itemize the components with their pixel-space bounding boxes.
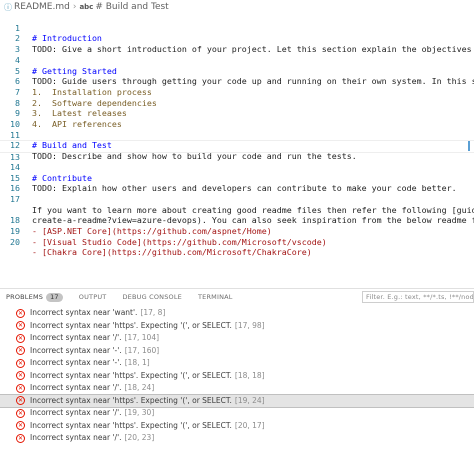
problem-message: Incorrect syntax near '-'. (30, 358, 122, 367)
problem-item[interactable]: ✕ Incorrect syntax near '-'. [17, 160] (0, 345, 474, 358)
tab-label: TERMINAL (197, 293, 233, 301)
editor-line: 1 # Introduction (0, 12, 474, 44)
problem-message: Incorrect syntax near '-'. (30, 345, 122, 355)
problem-item[interactable]: ✕ Incorrect syntax near '/'. [18, 24] (0, 382, 474, 395)
line-number: 20 (10, 236, 20, 247)
bottom-panel: PROBLEMS 17 OUTPUT DEBUG CONSOLE TERMINA… (0, 288, 474, 454)
problem-location: [17, 104] (124, 333, 160, 342)
error-icon: ✕ (16, 421, 25, 431)
editor-line: 5 TODO: Guide users through getting your… (0, 55, 474, 87)
problem-message: Incorrect syntax near 'https'. Expecting… (30, 320, 232, 330)
problem-item[interactable]: ✕ Incorrect syntax near 'https'. Expectin… (0, 320, 474, 333)
problem-message: Incorrect syntax near '/'. (30, 433, 122, 442)
problem-location: [18, 18] (234, 370, 265, 380)
line-text: - [Visual Studio Code](https://github.co… (32, 236, 327, 247)
editor-line: 10 (0, 108, 474, 129)
problem-message: Incorrect syntax near 'want'. (30, 308, 138, 317)
problem-location: [20, 17] (234, 420, 265, 430)
problem-message: Incorrect syntax near 'https'. Expecting… (30, 420, 232, 430)
editor-line: 14 # Contribute (0, 151, 474, 183)
problem-message: Incorrect syntax near '/'. (30, 383, 122, 392)
tab-output[interactable]: OUTPUT (79, 293, 107, 301)
problem-item[interactable]: ✕ Incorrect syntax near '/'. [17, 104] (0, 332, 474, 345)
editor-line: 4 # Getting Started (0, 44, 474, 76)
editor-line: 15 TODO: Explain how other users and dev… (0, 162, 474, 194)
problem-location: [19, 24] (234, 395, 265, 405)
problem-item[interactable]: ✕ Incorrect syntax near 'https'. Expectin… (0, 393, 474, 408)
line-text: - [Chakra Core](https://github.com/Micro… (32, 247, 312, 258)
error-icon: ✕ (16, 383, 25, 393)
tab-label: PROBLEMS (6, 293, 44, 301)
code-editor[interactable]: 1 # Introduction 2 TODO: Give a short in… (0, 10, 474, 288)
problem-item[interactable]: ✕ Incorrect syntax near '-'. [18, 1] (0, 357, 474, 370)
panel-tabs: PROBLEMS 17 OUTPUT DEBUG CONSOLE TERMINA… (0, 289, 474, 305)
editor-line: 18 - [ASP.NET Core](https://github.com/a… (0, 205, 474, 236)
error-icon: ✕ (16, 433, 25, 443)
problem-location: [19, 30] (124, 408, 155, 417)
tab-debug-console[interactable]: DEBUG CONSOLE (122, 293, 182, 301)
error-icon: ✕ (16, 371, 25, 381)
editor-line: 11 # Build and Test (0, 119, 474, 151)
problem-item[interactable]: ✕ Incorrect syntax near '/'. [19, 30] (0, 407, 474, 420)
editor-line: 16 (0, 173, 474, 193)
error-icon: ✕ (16, 396, 25, 406)
tab-label: OUTPUT (78, 293, 107, 301)
tab-problems[interactable]: PROBLEMS 17 (6, 292, 63, 302)
problem-message: Incorrect syntax near 'https'. Expecting… (30, 395, 232, 405)
problem-location: [18, 1] (124, 358, 150, 367)
problem-location: [18, 24] (124, 383, 155, 392)
editor-line: 9 4. API references (0, 98, 474, 129)
tab-label: DEBUG CONSOLE (122, 293, 182, 301)
editor-line-wrapped: create-a-readme?view=azure-devops). You … (0, 194, 474, 225)
problems-filter-input[interactable]: Filter. E.g.: text, **/*.ts, !**/node_mo… (362, 291, 474, 303)
problem-location: [20, 23] (124, 433, 155, 442)
tab-terminal[interactable]: TERMINAL (198, 293, 233, 301)
editor-line: 8 3. Latest releases (0, 87, 474, 119)
editor-line: 3 (0, 33, 474, 54)
error-icon: ✕ (16, 358, 25, 368)
editor-line: 2 TODO: Give a short introduction of you… (0, 23, 474, 54)
editor-line: 19 - [Visual Studio Code](https://github… (0, 215, 474, 247)
problem-location: [17, 8] (140, 308, 166, 317)
editor-line: 20 - [Chakra Core](https://github.com/Mi… (0, 226, 474, 258)
problem-location: [17, 98] (234, 320, 265, 330)
editor-line: 17 If you want to learn more about creat… (0, 183, 474, 215)
editor-line: 12 TODO: Describe and show how to build … (0, 130, 474, 161)
problem-location: [17, 160] (124, 345, 160, 355)
error-icon: ✕ (16, 321, 25, 331)
error-icon: ✕ (16, 333, 25, 343)
error-icon: ✕ (16, 346, 25, 356)
error-icon: ✕ (16, 408, 25, 418)
problems-count-badge: 17 (46, 292, 63, 302)
editor-line: 7 2. Software dependencies (0, 76, 474, 108)
problem-message: Incorrect syntax near 'https'. Expecting… (30, 370, 232, 380)
problems-list: ✕ Incorrect syntax near 'want'. [17, 8] ✕ In… (0, 307, 474, 445)
editor-line: 6 1. Installation process (0, 66, 474, 97)
problem-item[interactable]: ✕ Incorrect syntax near 'want'. [17, 8] (0, 307, 474, 320)
problem-item[interactable]: ✕ Incorrect syntax near '/'. [20, 23] (0, 432, 474, 445)
problem-item[interactable]: ✕ Incorrect syntax near 'https'. Expectin… (0, 420, 474, 433)
error-icon: ✕ (16, 308, 25, 318)
problem-message: Incorrect syntax near '/'. (30, 408, 122, 417)
problem-message: Incorrect syntax near '/'. (30, 333, 122, 342)
problem-item[interactable]: ✕ Incorrect syntax near 'https'. Expectin… (0, 370, 474, 383)
